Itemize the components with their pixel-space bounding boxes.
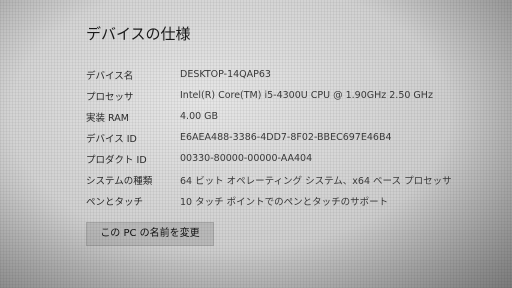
spec-value[interactable]: Intel(R) Core(TM) i5-4300U CPU @ 1.90GHz…	[180, 90, 433, 101]
device-specifications-panel: デバイスの仕様 デバイス名 DESKTOP-14QAP63 プロセッサ Inte…	[86, 24, 496, 213]
spec-value[interactable]: 64 ビット オペレーティング システム、x64 ベース プロセッサ	[180, 173, 452, 187]
spec-label: デバイス ID	[86, 133, 137, 145]
spec-value[interactable]: E6AEA488-3386-4DD7-8F02-BBEC697E46B4	[180, 132, 392, 143]
spec-row-system-type: システムの種類 64 ビット オペレーティング システム、x64 ベース プロセ…	[86, 171, 496, 188]
spec-value[interactable]: 10 タッチ ポイントでのペンとタッチのサポート	[180, 194, 388, 208]
spec-value[interactable]: 4.00 GB	[180, 111, 218, 122]
spec-label: プロセッサ	[86, 91, 134, 103]
spec-row-processor: プロセッサ Intel(R) Core(TM) i5-4300U CPU @ 1…	[86, 87, 496, 104]
spec-value[interactable]: 00330-80000-00000-AA404	[180, 153, 312, 164]
spec-row-pen-and-touch: ペンとタッチ 10 タッチ ポイントでのペンとタッチのサポート	[86, 192, 496, 209]
spec-label: 実装 RAM	[86, 112, 129, 124]
spec-row-device-id: デバイス ID E6AEA488-3386-4DD7-8F02-BBEC697E…	[86, 129, 496, 146]
spec-label: ペンとタッチ	[86, 196, 144, 208]
spec-value[interactable]: DESKTOP-14QAP63	[180, 69, 271, 80]
spec-label: デバイス名	[86, 70, 134, 82]
spec-row-product-id: プロダクト ID 00330-80000-00000-AA404	[86, 150, 496, 167]
spec-label: システムの種類	[86, 175, 153, 187]
spec-row-device-name: デバイス名 DESKTOP-14QAP63	[86, 66, 496, 83]
spec-label: プロダクト ID	[86, 154, 147, 166]
spec-row-installed-ram: 実装 RAM 4.00 GB	[86, 108, 496, 125]
section-title: デバイスの仕様	[86, 25, 191, 43]
rename-pc-button[interactable]: この PC の名前を変更	[86, 222, 214, 246]
